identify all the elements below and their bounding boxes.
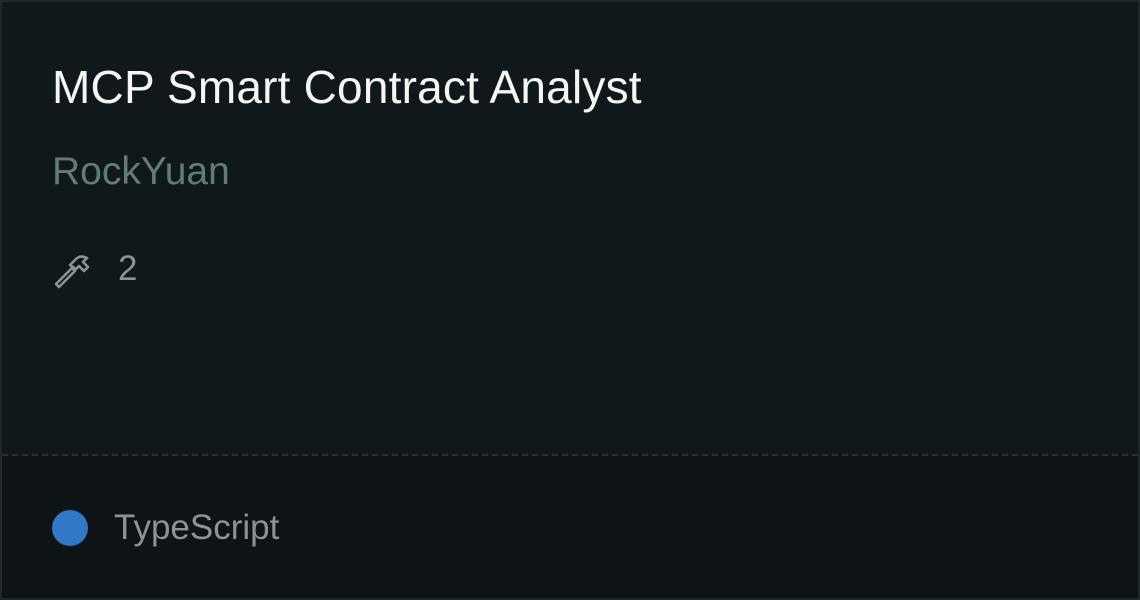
card-header: MCP Smart Contract Analyst RockYuan 2 (2, 2, 1138, 454)
tools-count-row: 2 (52, 248, 137, 290)
server-card[interactable]: MCP Smart Contract Analyst RockYuan 2 Ty… (0, 0, 1140, 600)
author-name[interactable]: RockYuan (52, 150, 230, 194)
hammer-icon (54, 255, 90, 289)
language-label: TypeScript (114, 508, 280, 547)
card-title[interactable]: MCP Smart Contract Analyst (52, 60, 642, 114)
card-footer: TypeScript (2, 456, 1138, 598)
tools-count: 2 (118, 249, 138, 288)
language-row: TypeScript (52, 506, 279, 550)
language-color-dot (52, 510, 88, 546)
